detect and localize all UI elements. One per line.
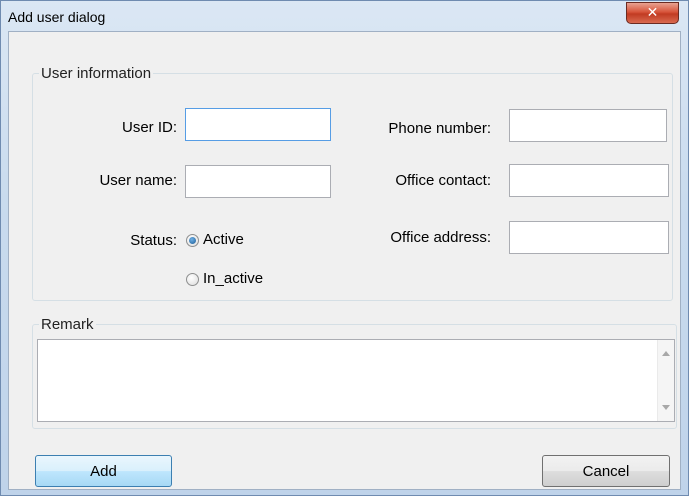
phone-number-input[interactable] [509,109,667,142]
add-button[interactable]: Add [35,455,172,487]
close-button[interactable]: ✕ [626,2,679,24]
user-name-label: User name: [99,172,177,189]
status-active-label: Active [203,231,244,248]
status-option-active[interactable]: Active [185,231,305,251]
status-label: Status: [130,232,177,249]
remark-textarea[interactable] [37,339,675,422]
user-id-label: User ID: [121,119,177,136]
remark-scrollbar[interactable] [657,340,674,421]
office-contact-label: Office contact: [395,172,491,189]
office-address-label: Office address: [390,229,491,246]
status-option-inactive[interactable]: In_active [185,270,305,290]
close-icon: ✕ [646,4,659,20]
user-information-legend: User information [41,65,152,82]
add-user-dialog-window: Add user dialog ✕ User information User … [0,0,689,496]
user-id-input[interactable] [185,108,331,141]
office-contact-input[interactable] [509,164,669,197]
remark-legend: Remark [41,316,94,333]
phone-number-label: Phone number: [388,120,491,137]
user-name-input[interactable] [185,165,331,198]
dialog-client-area: User information User ID: User name: Sta… [8,31,681,490]
office-address-input[interactable] [509,221,669,254]
window-title: Add user dialog [8,9,106,25]
status-inactive-label: In_active [203,270,264,287]
cancel-button[interactable]: Cancel [542,455,670,487]
status-active-radio[interactable] [186,234,199,247]
scroll-down-arrow-icon[interactable] [662,405,670,410]
status-inactive-radio[interactable] [186,273,199,286]
title-bar[interactable]: Add user dialog ✕ [1,1,688,31]
scroll-up-arrow-icon[interactable] [662,351,670,356]
